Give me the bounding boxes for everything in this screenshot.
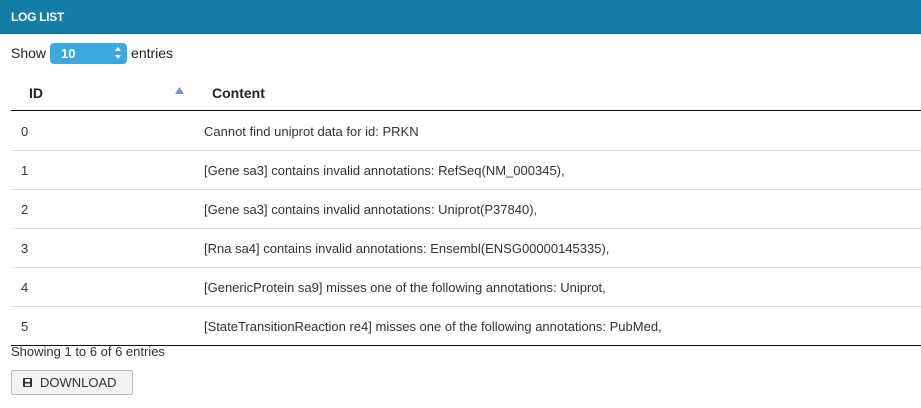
column-header-content[interactable]: Content bbox=[192, 75, 921, 111]
log-table: ID Content 0 Cannot find uniprot data fo… bbox=[11, 75, 921, 346]
row-id-cell: 1 bbox=[21, 162, 29, 178]
table-row: 2 [Gene sa3] contains invalid annotation… bbox=[11, 190, 921, 229]
row-id-cell: 4 bbox=[21, 279, 29, 295]
table-info: Showing 1 to 6 of 6 entries bbox=[11, 344, 165, 359]
download-button[interactable]: DOWNLOAD bbox=[11, 370, 133, 395]
row-content-cell: [GenericProtein sa9] misses one of the f… bbox=[204, 279, 606, 295]
row-id-cell: 3 bbox=[21, 240, 29, 256]
column-header-content-label: Content bbox=[212, 84, 265, 101]
floppy-disk-icon bbox=[23, 378, 32, 387]
entries-label: entries bbox=[131, 45, 174, 61]
row-content-cell: [StateTransitionReaction re4] misses one… bbox=[204, 318, 662, 334]
column-header-id-label: ID bbox=[29, 84, 43, 101]
sort-ascending-icon bbox=[175, 87, 184, 94]
show-label: Show bbox=[11, 45, 47, 61]
row-content-cell: [Gene sa3] contains invalid annotations:… bbox=[204, 201, 538, 217]
table-row: 3 [Rna sa4] contains invalid annotations… bbox=[11, 229, 921, 268]
row-content-cell: [Gene sa3] contains invalid annotations:… bbox=[204, 162, 565, 178]
table-header-row: ID Content bbox=[11, 75, 921, 111]
panel-title: LOG LIST bbox=[11, 10, 64, 24]
row-content-cell: [Rna sa4] contains invalid annotations: … bbox=[204, 240, 610, 256]
select-arrows-icon bbox=[115, 46, 122, 59]
entries-length-control: Show 10 entries bbox=[11, 42, 174, 64]
row-id-cell: 0 bbox=[21, 124, 29, 139]
table-row: 4 [GenericProtein sa9] misses one of the… bbox=[11, 268, 921, 307]
row-id-cell: 2 bbox=[21, 201, 29, 217]
table-row: 1 [Gene sa3] contains invalid annotation… bbox=[11, 151, 921, 190]
row-content-cell: Cannot find uniprot data for id: PRKN bbox=[204, 124, 419, 139]
panel-header: LOG LIST bbox=[0, 0, 921, 34]
entries-select-value: 10 bbox=[61, 45, 76, 61]
row-id-cell: 5 bbox=[21, 318, 29, 334]
table-row: 0 Cannot find uniprot data for id: PRKN bbox=[11, 111, 921, 151]
download-button-label: DOWNLOAD bbox=[40, 375, 117, 390]
column-header-id[interactable]: ID bbox=[11, 75, 192, 111]
table-row: 5 [StateTransitionReaction re4] misses o… bbox=[11, 307, 921, 346]
entries-per-page-select[interactable]: 10 bbox=[50, 42, 128, 64]
